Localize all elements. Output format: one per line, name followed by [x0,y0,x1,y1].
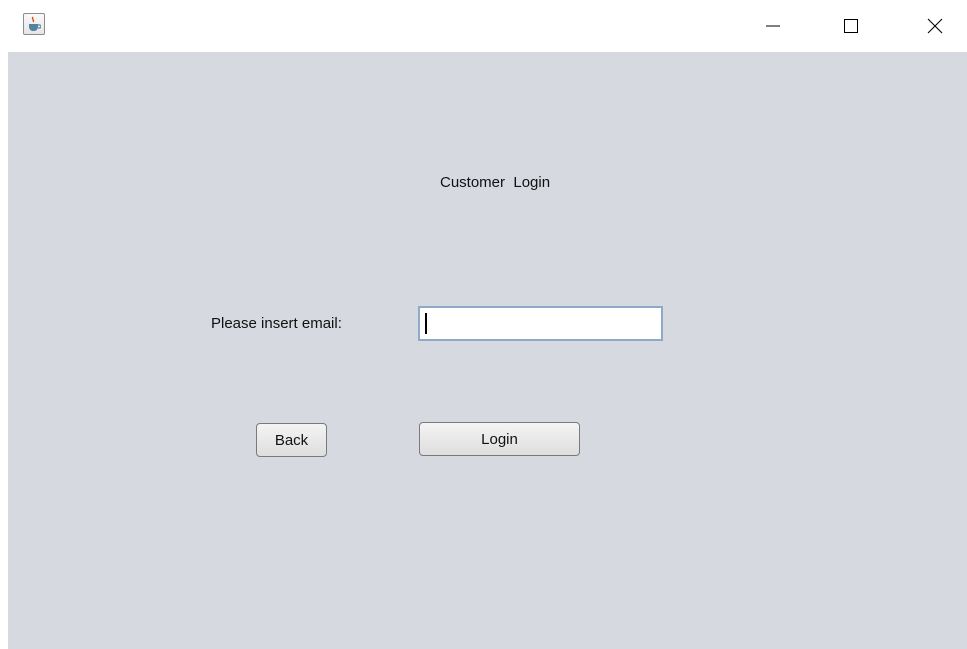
minimize-button[interactable] [750,0,796,52]
maximize-icon [844,19,858,33]
login-button[interactable]: Login [419,422,580,456]
close-button[interactable] [912,0,958,52]
text-caret [425,313,427,334]
page-title: Customer Login [440,174,551,191]
minimize-icon [766,25,780,27]
back-button[interactable]: Back [256,423,327,457]
title-bar[interactable] [0,0,967,52]
java-coffee-icon[interactable] [23,13,45,35]
maximize-button[interactable] [828,0,874,52]
email-label: Please insert email: [211,315,342,332]
login-panel: Customer Login Please insert email: Back… [8,52,967,649]
login-window: Customer Login Please insert email: Back… [0,0,967,649]
email-field[interactable] [418,306,663,341]
close-icon [927,18,943,34]
